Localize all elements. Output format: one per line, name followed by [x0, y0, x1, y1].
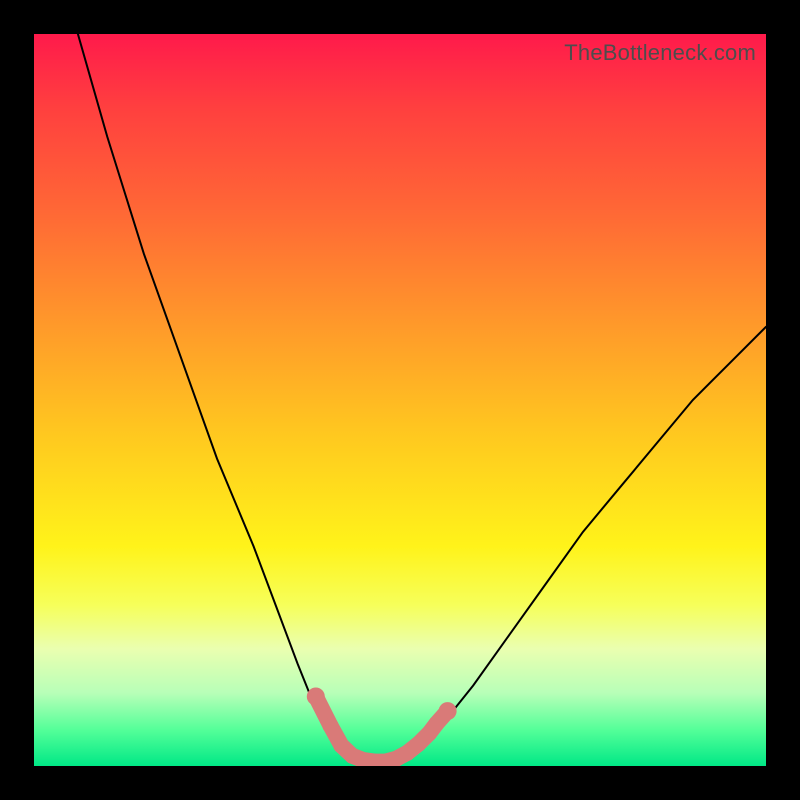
bottleneck-curve — [34, 34, 766, 766]
chart-frame: TheBottleneck.com — [0, 0, 800, 800]
marker-dot — [307, 688, 325, 706]
marker-dot — [439, 702, 457, 720]
marker-dot — [323, 718, 339, 734]
curve-path — [78, 34, 766, 762]
plot-area: TheBottleneck.com — [34, 34, 766, 766]
